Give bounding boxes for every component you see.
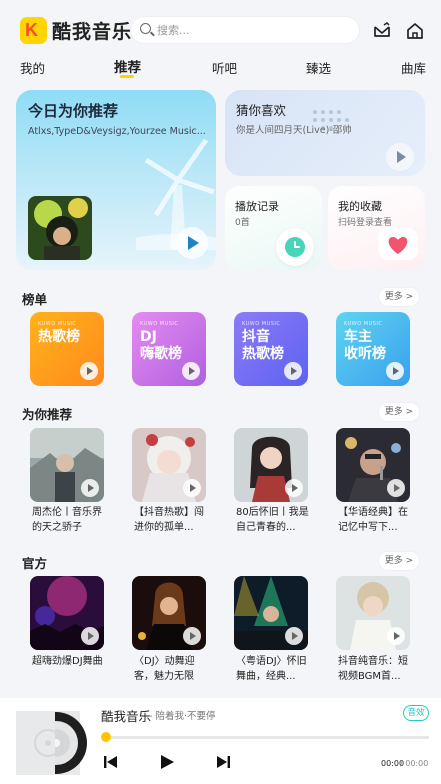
playlist-cover[interactable] — [336, 576, 410, 650]
play-icon[interactable] — [182, 362, 200, 380]
daily-artists: Atlxs,TypeD&Veysigz,Yourzee Music... — [28, 126, 206, 137]
play-icon[interactable] — [183, 479, 201, 497]
message-icon[interactable] — [371, 20, 393, 42]
playlist-cover[interactable] — [30, 428, 104, 502]
tab-mine[interactable]: 我的 — [20, 58, 45, 77]
my-favorites-card[interactable]: 我的收藏 扫码登录查看 — [328, 186, 425, 270]
daily-recommend-card[interactable]: 今日为你推荐 Atlxs,TypeD&Veysigz,Yourzee Music… — [16, 90, 216, 270]
chart-brand: KUWO MUSIC — [38, 321, 77, 327]
guess-play-button[interactable] — [386, 143, 414, 171]
chart-name: 车主 收听榜 — [344, 329, 386, 362]
playlist-cover[interactable] — [234, 576, 308, 650]
play-icon[interactable] — [81, 627, 99, 645]
playlist-cover[interactable] — [234, 428, 308, 502]
tab-recommend[interactable]: 推荐 — [114, 56, 141, 76]
play-icon[interactable] — [387, 479, 405, 497]
recommend-section-title: 为你推荐 — [22, 407, 73, 422]
chart-hot-songs[interactable]: KUWO MUSIC 热歌榜 — [30, 312, 104, 386]
player-song-title: 酷我音乐 — [101, 709, 152, 724]
chart-brand: KUWO MUSIC — [344, 321, 383, 327]
progress-handle[interactable] — [101, 732, 111, 742]
play-icon[interactable] — [285, 627, 303, 645]
playlist-cover[interactable] — [336, 428, 410, 502]
chart-car-owner[interactable]: KUWO MUSIC 车主 收听榜 — [336, 312, 410, 386]
logo-letter: K — [25, 20, 38, 40]
play-icon — [397, 151, 406, 163]
tab-select[interactable]: 臻选 — [306, 58, 331, 77]
active-tab-indicator — [120, 75, 134, 78]
chart-dj[interactable]: KUWO MUSIC DJ 嗨歌榜 — [132, 312, 206, 386]
play-icon — [188, 236, 199, 250]
play-icon[interactable] — [183, 627, 201, 645]
playlist-title[interactable]: 抖音纯音乐：短视频BGM首... — [338, 654, 414, 684]
guess-song: 你是人间四月天(Live)-邵帅 — [236, 125, 352, 136]
tab-library[interactable]: 曲库 — [401, 58, 426, 77]
playlist-title[interactable]: 【华语经典】在记忆中写下... — [338, 505, 414, 535]
favorites-title: 我的收藏 — [338, 200, 382, 213]
history-title: 播放记录 — [235, 200, 279, 213]
play-icon[interactable] — [81, 479, 99, 497]
chart-name: DJ 嗨歌榜 — [140, 329, 182, 362]
vinyl-disc-icon — [24, 711, 87, 775]
player-subtitle: - 陪着我·不要停 — [149, 711, 216, 722]
play-history-card[interactable]: 播放记录 0首 — [225, 186, 322, 270]
charts-section-title: 榜单 — [22, 292, 48, 307]
search-bar[interactable] — [131, 17, 359, 43]
app-title: 酷我音乐 — [52, 21, 133, 43]
progress-track[interactable] — [104, 736, 429, 739]
chart-name: 抖音 热歌榜 — [242, 329, 284, 362]
official-section-title: 官方 — [22, 556, 48, 571]
app-logo: K — [20, 17, 47, 44]
playlist-cover[interactable] — [132, 576, 206, 650]
daily-title: 今日为你推荐 — [28, 102, 119, 120]
play-icon[interactable] — [158, 753, 176, 771]
charts-more-button[interactable]: 更多 > — [379, 288, 419, 306]
daily-play-button[interactable] — [176, 227, 208, 259]
chart-name: 热歌榜 — [38, 329, 80, 345]
sound-effect-button[interactable]: 音效 — [403, 705, 429, 721]
chart-brand: KUWO MUSIC — [140, 321, 179, 327]
next-icon[interactable] — [214, 753, 232, 771]
playlist-title[interactable]: 超嗨劲爆DJ舞曲 — [32, 654, 108, 684]
search-input[interactable] — [157, 21, 347, 39]
playlist-cover[interactable] — [132, 428, 206, 502]
guess-you-like-card[interactable]: 猜你喜欢 你是人间四月天(Live)-邵帅 — [225, 90, 425, 176]
playlist-title[interactable]: 【抖音热歌】闯进你的孤单... — [134, 505, 210, 535]
tab-listen[interactable]: 听吧 — [212, 58, 237, 77]
playlist-title[interactable]: 〈DJ〉动舞迎客，魅力无限 — [134, 654, 210, 684]
daily-cover-art — [28, 196, 92, 260]
chart-brand: KUWO MUSIC — [242, 321, 281, 327]
previous-icon[interactable] — [102, 753, 120, 771]
play-icon[interactable] — [285, 479, 303, 497]
play-icon[interactable] — [284, 362, 302, 380]
guess-title: 猜你喜欢 — [236, 103, 287, 118]
history-count: 0首 — [235, 218, 250, 228]
favorites-subtitle: 扫码登录查看 — [338, 218, 393, 228]
clock-icon — [276, 228, 314, 266]
playlist-cover[interactable] — [30, 576, 104, 650]
play-icon[interactable] — [386, 362, 404, 380]
official-more-button[interactable]: 更多 > — [379, 552, 419, 570]
play-icon[interactable] — [387, 627, 405, 645]
heart-icon — [378, 228, 418, 260]
chart-douyin[interactable]: KUWO MUSIC 抖音 热歌榜 — [234, 312, 308, 386]
playlist-title[interactable]: 周杰伦丨音乐界的天之骄子 — [32, 505, 108, 535]
total-time: / 00:00 — [400, 759, 429, 768]
playlist-title[interactable]: 〈粤语DJ〉怀旧舞曲，经典... — [236, 654, 312, 684]
playlist-title[interactable]: 80后怀旧丨我是自己青春的... — [236, 505, 312, 535]
home-icon[interactable] — [404, 20, 426, 42]
recommend-more-button[interactable]: 更多 > — [379, 403, 419, 421]
search-icon — [140, 23, 151, 34]
play-icon[interactable] — [80, 362, 98, 380]
